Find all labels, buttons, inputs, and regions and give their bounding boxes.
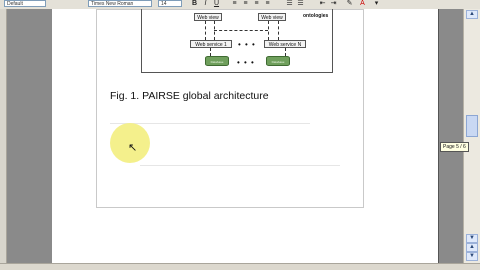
vertical-ruler — [0, 9, 7, 270]
arrow-connector — [285, 48, 286, 56]
bullet-list-icon[interactable]: ☰ — [296, 0, 305, 8]
web-view-node-right: Web view — [258, 13, 286, 21]
italic-button[interactable]: I — [201, 0, 210, 8]
paragraph-style-select[interactable]: Default — [4, 0, 46, 7]
figure-caption: Fig. 1. PAIRSE global architecture — [110, 90, 269, 102]
highlight-color-icon[interactable]: ✎ — [345, 0, 354, 8]
ellipsis-databases: • • • — [237, 58, 255, 67]
align-left-icon[interactable]: ≡ — [230, 0, 239, 8]
vertical-scrollbar[interactable]: ▲ ▼ ▲ ▼ — [463, 9, 480, 263]
align-center-icon[interactable]: ≡ — [241, 0, 250, 8]
numbered-list-icon[interactable]: ☰ — [285, 0, 294, 8]
horizontal-scrollbar[interactable] — [0, 263, 480, 270]
divider — [140, 165, 340, 166]
align-right-icon[interactable]: ≡ — [252, 0, 261, 8]
database-right-icon: Database — [266, 56, 290, 66]
font-color-icon[interactable]: A — [358, 0, 367, 8]
font-size-select[interactable]: 14 — [158, 0, 182, 7]
ontologies-label: ontologies — [303, 13, 329, 19]
indent-decrease-icon[interactable]: ⇤ — [318, 0, 327, 8]
arrow-connector — [268, 21, 269, 40]
database-left-icon: Database — [205, 56, 229, 66]
arrow-connector — [214, 30, 268, 31]
underline-button[interactable]: U — [212, 0, 221, 8]
justify-icon[interactable]: ≡ — [263, 0, 272, 8]
web-view-node-left: Web view — [194, 13, 222, 21]
previous-page-icon[interactable]: ▲ — [466, 243, 478, 252]
ellipsis-services: • • • — [238, 40, 256, 49]
dropdown-chevron-icon[interactable]: ▾ — [372, 0, 381, 8]
divider — [110, 123, 310, 124]
web-service-1-node: Web service 1 — [190, 40, 232, 48]
arrow-connector — [210, 48, 211, 56]
bold-button[interactable]: B — [190, 0, 199, 8]
scroll-down-icon[interactable]: ▼ — [466, 234, 478, 243]
page-indicator-tooltip: Page 5 / 6 — [440, 142, 469, 152]
mouse-pointer-icon: ↖ — [128, 142, 138, 154]
next-page-icon[interactable]: ▼ — [466, 252, 478, 261]
indent-increase-icon[interactable]: ⇥ — [329, 0, 338, 8]
web-service-n-node: Web service N — [264, 40, 306, 48]
font-name-select[interactable]: Times New Roman — [88, 0, 152, 7]
arrow-connector — [205, 21, 206, 40]
arrow-connector — [278, 21, 279, 40]
scroll-thumb[interactable] — [466, 115, 478, 137]
scroll-up-icon[interactable]: ▲ — [466, 10, 478, 19]
